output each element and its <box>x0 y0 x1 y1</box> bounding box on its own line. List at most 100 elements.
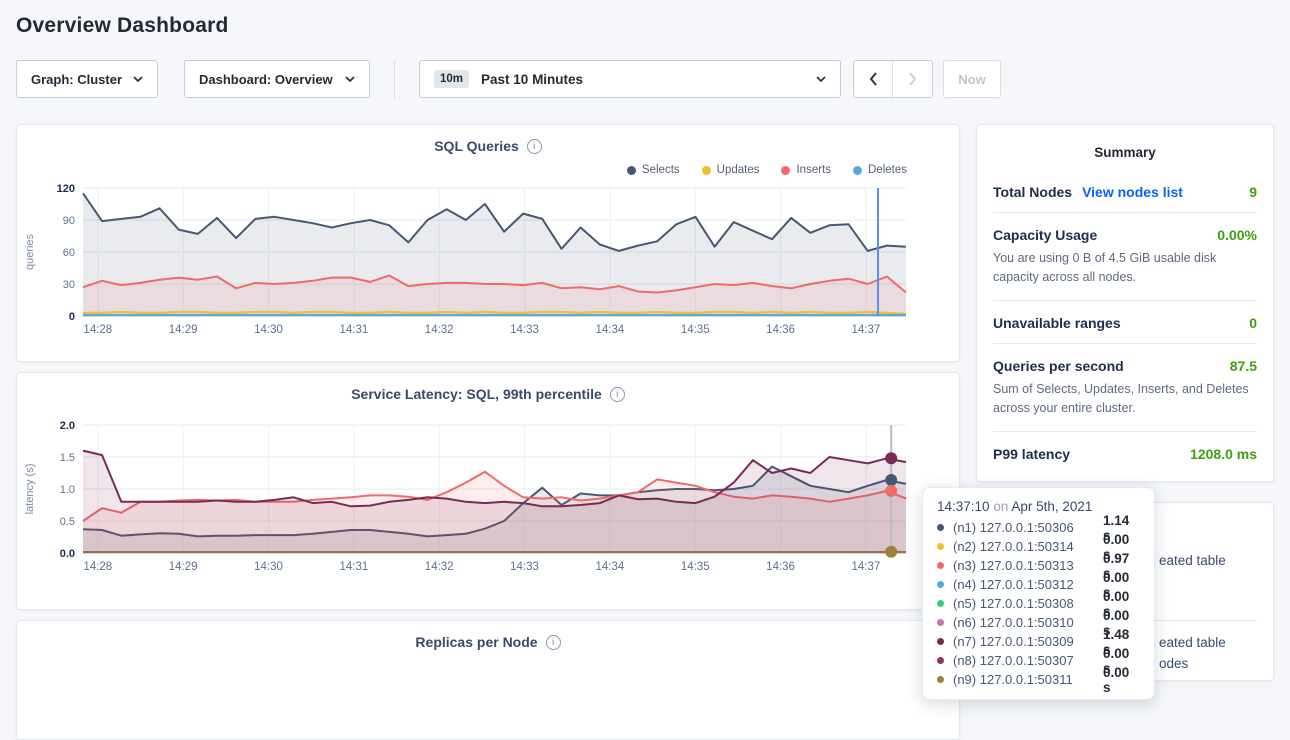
summary-subtext: You are using 0 B of 4.5 GiB usable disk… <box>993 249 1257 288</box>
tooltip-series-dot-icon <box>937 619 944 626</box>
summary-rows: Total NodesView nodes list9Capacity Usag… <box>993 170 1257 474</box>
x-axis-tick-label: 14:28 <box>83 324 112 336</box>
tooltip-node-label: (n1) 127.0.0.1:50306 <box>953 520 1103 535</box>
chevron-down-icon <box>816 76 826 82</box>
service-latency-chart-card: Service Latency: SQL, 99th percentile i … <box>16 372 960 610</box>
tooltip-node-label: (n9) 127.0.0.1:50311 <box>953 672 1103 687</box>
tooltip-series-dot-icon <box>937 581 944 588</box>
event-item-fragment: eated table <box>1159 635 1226 650</box>
chevron-down-icon <box>133 76 143 82</box>
summary-row: P99 latency 1208.0 ms <box>993 432 1257 474</box>
summary-value: 0.00% <box>1217 227 1257 243</box>
tooltip-date: Apr 5th, 2021 <box>1011 499 1092 514</box>
summary-row: Capacity Usage 0.00% You are using 0 B of … <box>993 213 1257 300</box>
hover-dot <box>885 452 897 464</box>
summary-row: Total NodesView nodes list9 <box>993 170 1257 212</box>
tooltip-series-dot-icon <box>937 543 944 550</box>
chevron-left-icon <box>868 71 878 87</box>
y-axis-tick-label: 60 <box>63 247 75 259</box>
x-axis-tick-label: 14:32 <box>425 324 454 336</box>
tooltip-series-dot-icon <box>937 657 944 664</box>
x-axis-tick-label: 14:28 <box>83 561 112 573</box>
summary-row-top: P99 latency 1208.0 ms <box>993 446 1257 462</box>
charts-column: SQL Queries i SelectsUpdatesInsertsDelet… <box>16 124 960 740</box>
summary-label: P99 latency <box>993 446 1070 462</box>
overview-dashboard-page: Overview Dashboard Graph: Cluster Dashbo… <box>0 14 1290 703</box>
toolbar-divider <box>394 60 395 98</box>
next-range-button[interactable] <box>893 61 932 97</box>
x-axis-tick-label: 14:34 <box>595 324 624 336</box>
summary-title: Summary <box>993 145 1257 160</box>
tooltip-rows: (n1) 127.0.0.1:503061.14 s(n2) 127.0.0.1… <box>937 518 1140 689</box>
summary-label: Total Nodes <box>993 184 1072 200</box>
summary-link[interactable]: View nodes list <box>1082 184 1183 200</box>
x-axis-tick-label: 14:36 <box>766 561 795 573</box>
tooltip-node-label: (n4) 127.0.0.1:50312 <box>953 577 1103 592</box>
summary-row: Queries per second87.5Sum of Selects, Up… <box>993 344 1257 431</box>
info-icon[interactable]: i <box>610 387 625 402</box>
legend-label: Selects <box>642 164 680 176</box>
tooltip-series-dot-icon <box>937 600 944 607</box>
time-range-pager <box>853 60 933 98</box>
x-axis-tick-label: 14:33 <box>510 561 539 573</box>
tooltip-time: 14:37:10 <box>937 499 990 514</box>
summary-panel: Summary Total NodesView nodes list9Capac… <box>976 124 1274 482</box>
y-axis-tick-label: 30 <box>63 279 75 291</box>
legend-item: Selects <box>627 162 680 178</box>
x-axis-tick-label: 14:35 <box>681 561 710 573</box>
time-range-badge: 10m <box>434 70 469 88</box>
legend-label: Inserts <box>796 164 831 176</box>
dashboard-dropdown-label: Dashboard: Overview <box>199 72 333 87</box>
tooltip-node-value: 0.00 s <box>1103 665 1140 695</box>
page-title: Overview Dashboard <box>16 14 1290 38</box>
info-icon[interactable]: i <box>546 635 561 650</box>
prev-range-button[interactable] <box>854 61 893 97</box>
tooltip-series-dot-icon <box>937 676 944 683</box>
x-axis-tick-label: 14:35 <box>681 324 710 336</box>
tooltip-node-label: (n2) 127.0.0.1:50314 <box>953 539 1103 554</box>
summary-value: 0 <box>1249 315 1257 331</box>
legend-dot-icon <box>853 166 862 175</box>
hover-dot <box>885 485 897 497</box>
y-axis-tick-label: 0.5 <box>60 516 75 528</box>
chart-title-row: Service Latency: SQL, 99th percentile i <box>17 386 959 402</box>
x-axis-tick-label: 14:29 <box>169 324 198 336</box>
dashboard-dropdown[interactable]: Dashboard: Overview <box>184 60 370 98</box>
graph-dropdown[interactable]: Graph: Cluster <box>16 60 158 98</box>
toolbar: Graph: Cluster Dashboard: Overview 10m P… <box>0 60 1290 98</box>
legend-dot-icon <box>781 166 790 175</box>
chart-title: Service Latency: SQL, 99th percentile <box>351 386 602 402</box>
legend-dot-icon <box>627 166 636 175</box>
legend-item: Updates <box>702 162 760 178</box>
tooltip-node-label: (n3) 127.0.0.1:50313 <box>953 558 1103 573</box>
now-button[interactable]: Now <box>943 60 1001 98</box>
x-axis-tick-label: 14:37 <box>852 561 881 573</box>
tooltip-node-label: (n7) 127.0.0.1:50309 <box>953 634 1103 649</box>
legend-dot-icon <box>702 166 711 175</box>
tooltip-row: (n9) 127.0.0.1:503110.00 s <box>937 670 1140 689</box>
x-axis-tick-label: 14:31 <box>339 561 368 573</box>
sql-queries-chart[interactable]: 14:2814:2914:3014:3114:3214:3314:3414:35… <box>17 180 960 342</box>
hover-dot <box>885 546 897 558</box>
x-axis-tick-label: 14:31 <box>339 324 368 336</box>
y-axis-tick-label: 1.0 <box>60 484 75 496</box>
y-axis-tick-label: 0 <box>69 311 75 323</box>
event-item-fragment: odes <box>1159 656 1188 671</box>
chevron-down-icon <box>345 76 355 82</box>
tooltip-series-dot-icon <box>937 524 944 531</box>
summary-label: Capacity Usage <box>993 227 1097 243</box>
tooltip-on-word: on <box>993 499 1008 514</box>
summary-subtext: Sum of Selects, Updates, Inserts, and De… <box>993 380 1257 419</box>
legend-label: Deletes <box>868 164 907 176</box>
y-axis-tick-label: 90 <box>63 215 75 227</box>
info-icon[interactable]: i <box>527 139 542 154</box>
y-axis-tick-label: 1.5 <box>60 452 75 464</box>
time-range-dropdown[interactable]: 10m Past 10 Minutes <box>419 60 841 98</box>
graph-dropdown-label: Graph: Cluster <box>31 72 122 87</box>
x-axis-tick-label: 14:32 <box>425 561 454 573</box>
tooltip-series-dot-icon <box>937 562 944 569</box>
service-latency-chart[interactable]: 14:2814:2914:3014:3114:3214:3314:3414:35… <box>17 417 960 579</box>
x-axis-tick-label: 14:36 <box>766 324 795 336</box>
summary-value: 1208.0 ms <box>1190 446 1257 462</box>
summary-row: Unavailable ranges0 <box>993 301 1257 343</box>
